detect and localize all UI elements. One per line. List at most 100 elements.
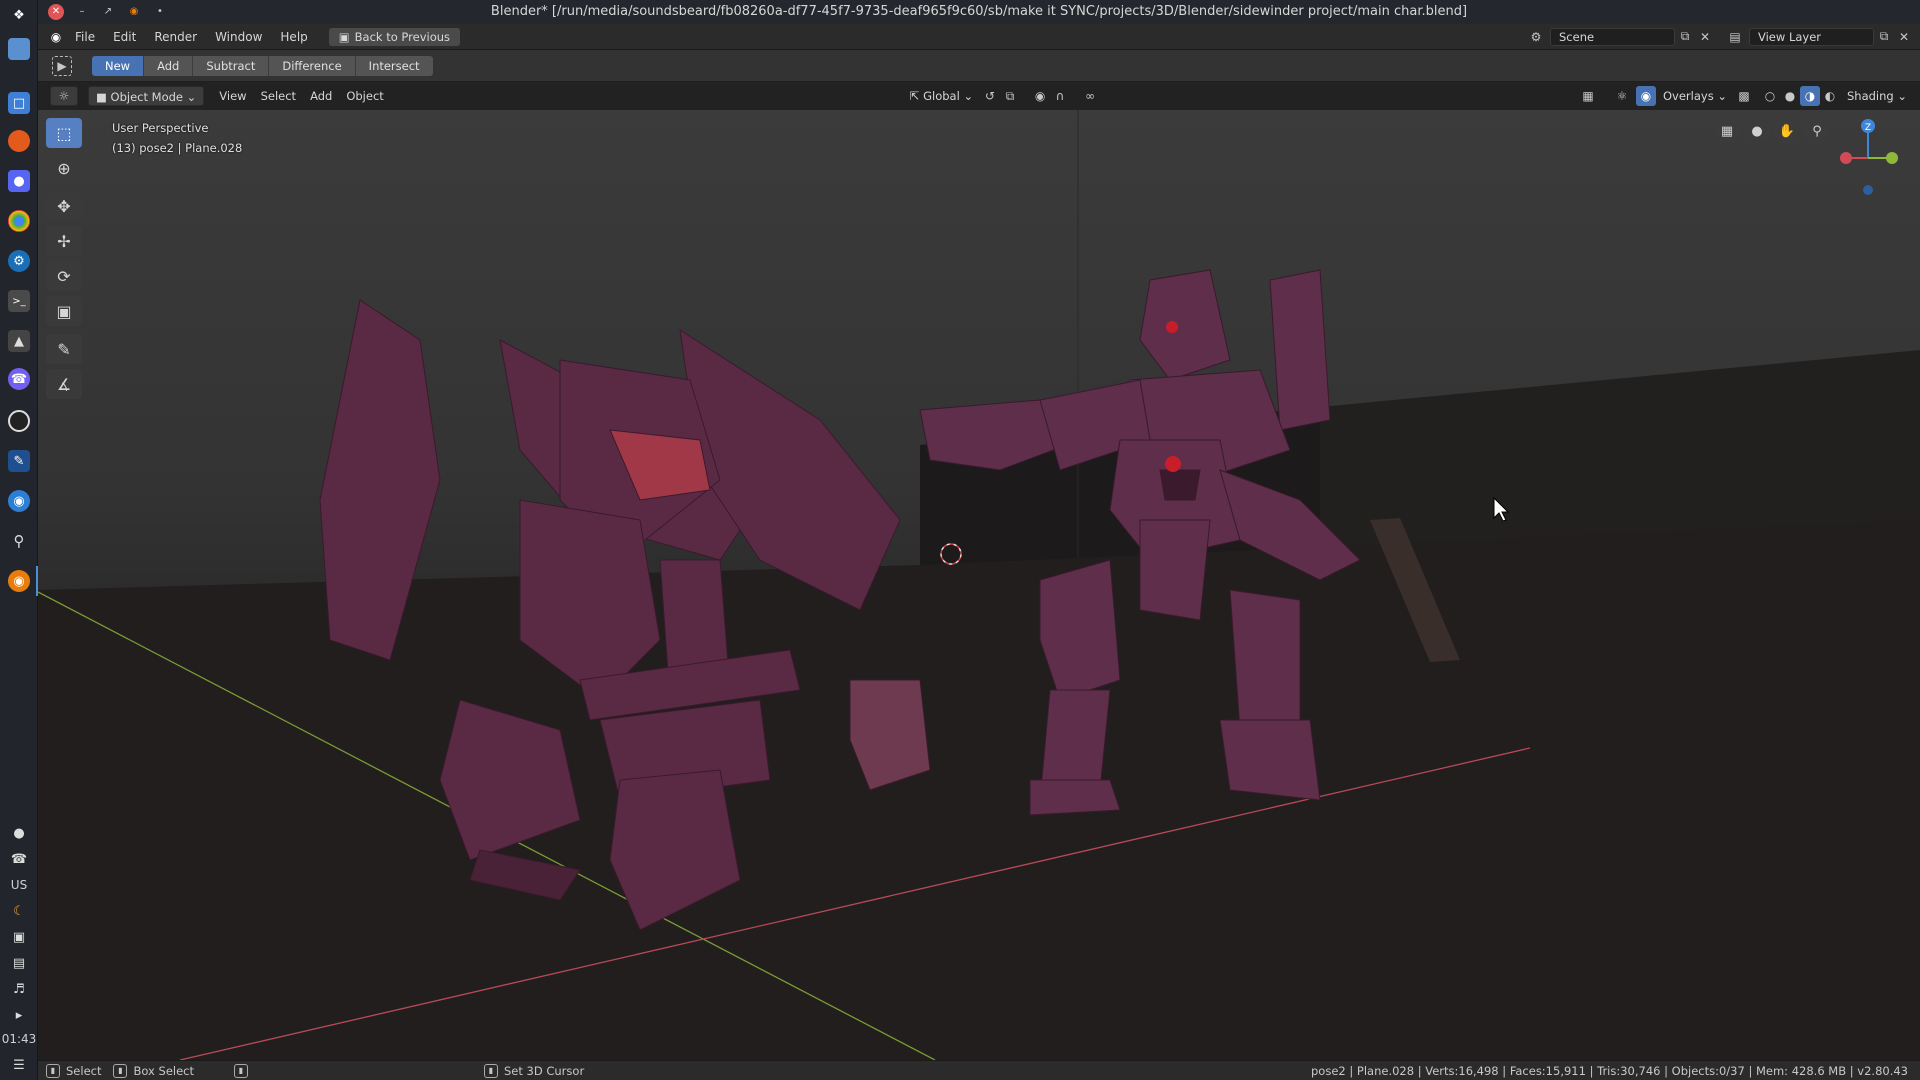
view-layer-selector-icon[interactable]: ▤	[1725, 27, 1745, 47]
discord-icon[interactable]: ●	[8, 170, 30, 192]
files-icon[interactable]: □	[8, 92, 30, 114]
new-scene-icon[interactable]: ⧉	[1675, 27, 1695, 47]
material-shading-icon[interactable]: ◑	[1799, 86, 1820, 106]
overlays-toggle-icon[interactable]: ◉	[1635, 86, 1656, 106]
expand-tray-icon[interactable]: ▸	[8, 1004, 30, 1026]
menu-view[interactable]: View	[212, 86, 253, 106]
editor-type-icon[interactable]: ☼	[50, 86, 78, 106]
back-to-previous-button[interactable]: ▣ Back to Previous	[328, 27, 461, 46]
volume-icon[interactable]: ♬	[8, 978, 30, 1000]
scene-render: Z	[38, 110, 1920, 1060]
shading-dropdown[interactable]: Shading ⌄	[1840, 86, 1914, 106]
menu-select[interactable]: Select	[254, 86, 303, 106]
obs-icon[interactable]	[8, 410, 30, 432]
pan-view-icon[interactable]: ✋	[1774, 118, 1800, 144]
search-icon[interactable]: ⚲	[8, 530, 30, 552]
gizmo-z-label: Z	[1865, 123, 1871, 133]
keyboard-locale[interactable]: US	[0, 878, 38, 892]
terminal-icon[interactable]: >_	[8, 290, 30, 312]
proportional-edit-icon[interactable]: ◉	[1030, 86, 1050, 106]
night-light-icon[interactable]: ☾	[8, 900, 30, 922]
menu-help[interactable]: Help	[271, 24, 316, 50]
mode-intersect[interactable]: Intersect	[355, 55, 433, 76]
minimize-window-icon[interactable]: –	[74, 4, 90, 20]
move-arrows-tool-icon[interactable]: ✢	[46, 226, 82, 256]
mech-eye	[1165, 456, 1181, 472]
measure-tool-icon[interactable]: ∡	[46, 369, 82, 399]
scene-field[interactable]: Scene	[1550, 27, 1675, 46]
move-tool-icon[interactable]: ✥	[46, 191, 82, 221]
show-desktop-icon[interactable]: ☰	[8, 1054, 30, 1076]
xray-toggle-icon[interactable]: ▩	[1734, 86, 1754, 106]
menu-object[interactable]: Object	[339, 86, 390, 106]
cursor-tool-icon[interactable]: ⊕	[46, 153, 82, 183]
clock[interactable]: 01:43	[0, 1032, 38, 1046]
scene-selector-icon[interactable]: ⚙	[1526, 27, 1546, 47]
toggle-camera-view-icon[interactable]: ▦	[1714, 118, 1740, 144]
firefox-icon[interactable]	[8, 130, 30, 152]
delete-scene-icon[interactable]: ✕	[1695, 27, 1715, 47]
active-tool-icon[interactable]: ▶	[52, 55, 72, 76]
chrome-icon[interactable]	[8, 210, 30, 232]
restore-window-icon[interactable]: ↗	[100, 4, 116, 20]
mode-selector[interactable]: ■ Object Mode ⌄	[88, 86, 205, 106]
clipboard-icon[interactable]: ▤	[8, 952, 30, 974]
menu-window[interactable]: Window	[206, 24, 271, 50]
game-icon[interactable]: ▲	[8, 330, 30, 352]
select-box-tool-icon[interactable]: ⬚	[46, 118, 82, 148]
wireframe-shading-icon[interactable]: ○	[1760, 86, 1780, 106]
solid-shading-icon[interactable]: ●	[1780, 86, 1800, 106]
camera-view-icon[interactable]: ●	[1744, 118, 1770, 144]
blender-icon[interactable]: ◉	[8, 570, 30, 592]
transform-orientation-selector[interactable]: ⇱ Global ⌄	[903, 86, 980, 106]
new-view-layer-icon[interactable]: ⧉	[1874, 27, 1894, 47]
app-menu-icon[interactable]: ❖	[8, 4, 30, 26]
snap-icon[interactable]: ⧉	[1000, 86, 1020, 106]
mode-difference[interactable]: Difference	[269, 55, 356, 76]
mode-add[interactable]: Add	[144, 55, 194, 76]
window-title: Blender* [/run/media/soundsbeard/fb08260…	[490, 4, 1468, 19]
menu-render[interactable]: Render	[145, 24, 206, 50]
back-to-previous-label: Back to Previous	[354, 29, 451, 44]
rendered-shading-icon[interactable]: ◐	[1820, 86, 1840, 106]
3d-viewport[interactable]: Z	[38, 110, 1920, 1060]
pin-window-icon[interactable]: •	[152, 4, 168, 20]
display-icon[interactable]: ▣	[8, 926, 30, 948]
mode-new[interactable]: New	[92, 55, 145, 76]
pivot-point-icon[interactable]: ↺	[980, 86, 1000, 106]
rotate-tool-icon[interactable]: ⟳	[46, 261, 82, 291]
menu-edit[interactable]: Edit	[104, 24, 145, 50]
delete-view-layer-icon[interactable]: ✕	[1894, 27, 1914, 47]
annotate-tool-icon[interactable]: ✎	[46, 334, 82, 364]
status-select: Select	[66, 1063, 102, 1078]
chevron-down-icon: ⌄	[1897, 89, 1907, 103]
status-box-select: Box Select	[133, 1063, 194, 1078]
tool-settings-bar: ▶ New Add Subtract Difference Intersect	[38, 50, 1920, 82]
close-window-icon[interactable]: ✕	[48, 4, 64, 20]
viber-icon[interactable]: ☎	[8, 368, 30, 390]
mode-subtract[interactable]: Subtract	[193, 55, 270, 76]
steam-icon[interactable]: ⚙	[8, 250, 30, 272]
scene-stats: pose2 | Plane.028 | Verts:16,498 | Faces…	[1311, 1063, 1908, 1078]
zoom-view-icon[interactable]: ⚲	[1804, 118, 1830, 144]
overlays-dropdown[interactable]: Overlays ⌄	[1656, 86, 1734, 106]
view-layer-field[interactable]: View Layer	[1749, 27, 1874, 46]
transform-gizmo-icon[interactable]: ∞	[1080, 86, 1100, 106]
blender-logo-icon[interactable]: ◉	[46, 27, 66, 47]
krita-icon[interactable]: ✎	[8, 450, 30, 472]
orientation-icon: ⇱	[909, 89, 920, 103]
back-screen-icon: ▣	[338, 29, 350, 44]
scale-tool-icon[interactable]: ▣	[46, 296, 82, 326]
menu-add[interactable]: Add	[303, 86, 339, 106]
menu-file[interactable]: File	[66, 24, 104, 50]
gizmo-toggle-icon[interactable]: ⚛	[1612, 86, 1632, 106]
object-mode-icon: ■	[96, 90, 107, 104]
chevron-down-icon: ⌄	[186, 90, 197, 104]
view-object-types-icon[interactable]: ▦	[1578, 86, 1598, 106]
discord-tray-icon[interactable]: ●	[8, 822, 30, 844]
falloff-icon[interactable]: ∩	[1050, 86, 1070, 106]
desktop-icon[interactable]	[8, 38, 30, 60]
browser-icon[interactable]: ◉	[8, 490, 30, 512]
top-menubar: ◉ File Edit Render Window Help ▣ Back to…	[38, 24, 1920, 50]
viber-tray-icon[interactable]: ☎	[8, 848, 30, 870]
